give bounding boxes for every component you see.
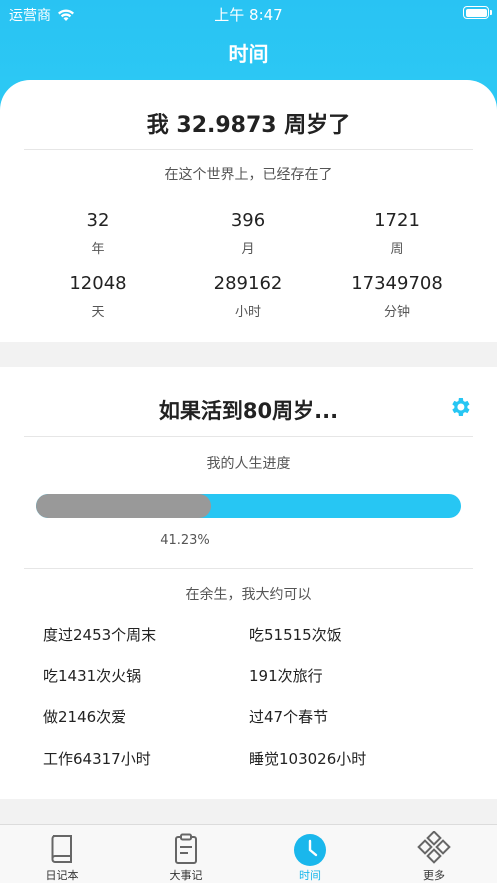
stat-hours: 289162 小时	[178, 273, 318, 320]
tab-label: 日记本	[45, 869, 79, 882]
stat-months: 396 月	[178, 210, 318, 257]
battery-icon	[463, 6, 492, 19]
remaining-label: 在余生，我大约可以	[185, 587, 312, 603]
grid-diamond-icon	[417, 831, 451, 864]
activity-item: 吃1431次火锅	[43, 667, 142, 685]
status-bar: 运营商 上午 8:47	[0, 0, 497, 26]
tab-time[interactable]: 时间	[250, 825, 370, 883]
tab-diary[interactable]: 日记本	[2, 825, 122, 883]
stat-unit: 天	[91, 305, 105, 320]
gear-icon[interactable]	[448, 395, 472, 419]
activity-item: 过47个春节	[249, 708, 329, 726]
stat-value: 32	[86, 210, 110, 231]
stat-days: 12048 天	[28, 273, 168, 320]
activity-item: 睡觉103026小时	[249, 750, 367, 768]
stat-value: 396	[230, 210, 266, 231]
stat-value: 12048	[69, 273, 127, 294]
tab-bar: 日记本 大事记 时间 更多	[0, 824, 497, 883]
life-progress-card: 如果活到80周岁... 我的人生进度 41.23% 在余生，我大约可以 度过24…	[0, 367, 497, 799]
stat-value: 1721	[374, 210, 420, 231]
divider	[24, 436, 473, 437]
progress-percent: 41.23%	[160, 533, 210, 548]
stat-years: 32 年	[28, 210, 168, 257]
progress-label: 我的人生进度	[206, 456, 291, 472]
clock-icon	[294, 834, 326, 866]
clipboard-icon	[175, 833, 197, 864]
tab-label: 时间	[299, 869, 321, 882]
notebook-icon	[51, 835, 72, 863]
activity-item: 度过2453个周末	[43, 626, 157, 644]
status-time: 上午 8:47	[214, 6, 283, 24]
age-title: 我 32.9873 周岁了	[146, 113, 351, 138]
activity-item: 191次旅行	[249, 667, 323, 685]
divider	[24, 568, 473, 569]
tab-label: 大事记	[169, 869, 203, 882]
divider	[24, 149, 473, 150]
stat-unit: 分钟	[383, 305, 410, 320]
activity-item: 做2146次爱	[43, 708, 127, 726]
stat-value: 289162	[213, 273, 283, 294]
stat-value: 17349708	[351, 273, 443, 294]
tab-label: 更多	[423, 869, 445, 882]
life-progress-bar	[36, 494, 461, 518]
page-title: 时间	[228, 42, 269, 66]
activity-item: 工作64317小时	[43, 750, 151, 768]
stat-unit: 年	[91, 242, 105, 257]
progress-fill	[36, 494, 212, 518]
tab-more[interactable]: 更多	[374, 825, 494, 883]
stat-weeks: 1721 周	[327, 210, 467, 257]
age-card: 我 32.9873 周岁了 在这个世界上，已经存在了 32 年 396 月 17…	[0, 80, 497, 342]
age-subtitle: 在这个世界上，已经存在了	[164, 167, 333, 183]
stat-minutes: 17349708 分钟	[327, 273, 467, 320]
life-title: 如果活到80周岁...	[158, 399, 339, 423]
activity-item: 吃51515次饭	[249, 626, 342, 644]
tab-events[interactable]: 大事记	[126, 825, 246, 883]
stat-unit: 周	[390, 242, 404, 257]
stat-unit: 小时	[234, 305, 261, 320]
stat-unit: 月	[241, 242, 255, 257]
